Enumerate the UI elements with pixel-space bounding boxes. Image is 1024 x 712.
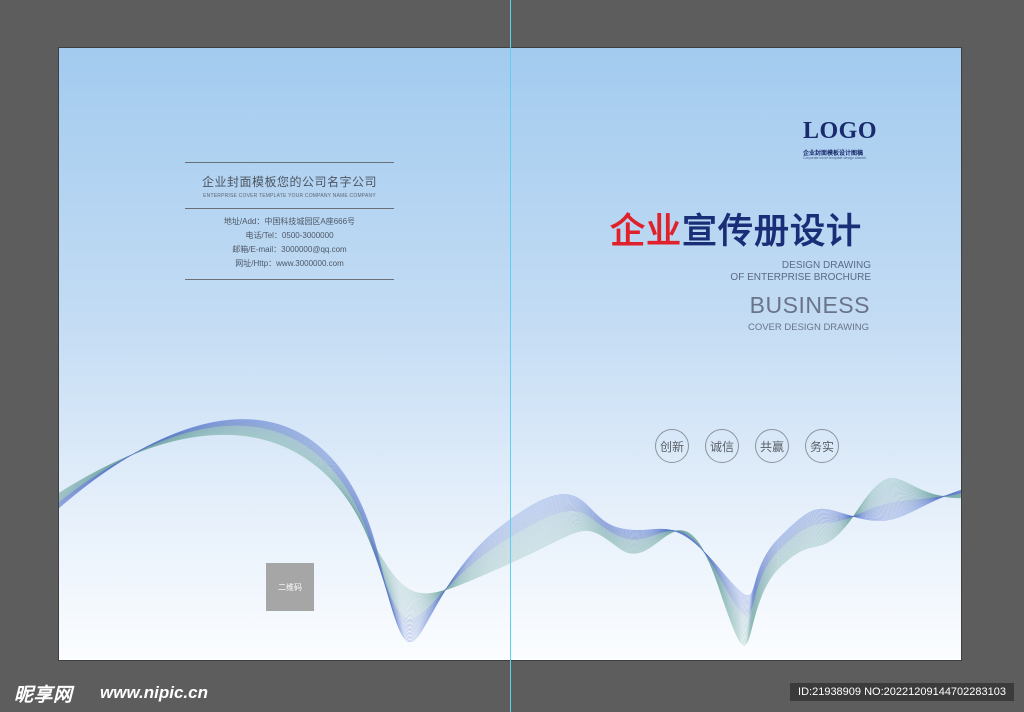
- value-badge-win-win: 共赢: [755, 429, 789, 463]
- contact-address: 地址/Add：中国科技城园区A座666号: [223, 217, 356, 226]
- divider-bottom: [185, 279, 394, 280]
- site-watermark-url: www.nipic.cn: [100, 683, 208, 702]
- value-badges: 创新 诚信 共赢 务实: [655, 429, 839, 463]
- headline-blue: 宣传册设计: [682, 212, 863, 251]
- logo: LOGO: [803, 118, 878, 144]
- site-watermark-logo: 昵享网: [14, 685, 73, 706]
- company-name: 企业封面模板您的公司名字公司: [201, 175, 377, 189]
- contact-phone: 电话/Tel：0500-3000000: [245, 231, 334, 240]
- value-badge-integrity: 诚信: [705, 429, 739, 463]
- company-info-block: 企业封面模板您的公司名字公司 ENTERPRISE COVER TEMPLATE…: [185, 162, 394, 280]
- headline-red: 企业: [610, 212, 683, 251]
- divider-middle: [185, 208, 394, 209]
- logo-subtitle-english: Corporate cover template design artwork: [803, 156, 867, 160]
- contact-list: 地址/Add：中国科技城园区A座666号 电话/Tel：0500-3000000…: [185, 215, 394, 271]
- value-badge-innovation: 创新: [655, 429, 689, 463]
- design-drawing-text: DESIGN DRAWING OF ENTERPRISE BROCHURE: [730, 260, 871, 284]
- design-line-2: OF ENTERPRISE BROCHURE: [730, 272, 871, 283]
- company-name-english: ENTERPRISE COVER TEMPLATE YOUR COMPANY N…: [203, 193, 376, 199]
- headline: 企业宣传册设计: [610, 203, 862, 254]
- center-guide-line: [510, 0, 511, 712]
- contact-email: 邮箱/E-mail：3000000@qq.com: [232, 245, 347, 254]
- qr-code-placeholder: 二维码: [266, 563, 314, 611]
- image-id-label: ID:21938909 NO:20221209144702283103: [790, 683, 1014, 701]
- design-line-1: DESIGN DRAWING: [781, 260, 871, 271]
- value-badge-pragmatic: 务实: [805, 429, 839, 463]
- contact-website: 网址/Http：www.3000000.com: [235, 259, 344, 268]
- divider-top: [185, 162, 394, 163]
- business-title: BUSINESS: [749, 292, 870, 318]
- business-subtitle: COVER DESIGN DRAWING: [747, 322, 869, 333]
